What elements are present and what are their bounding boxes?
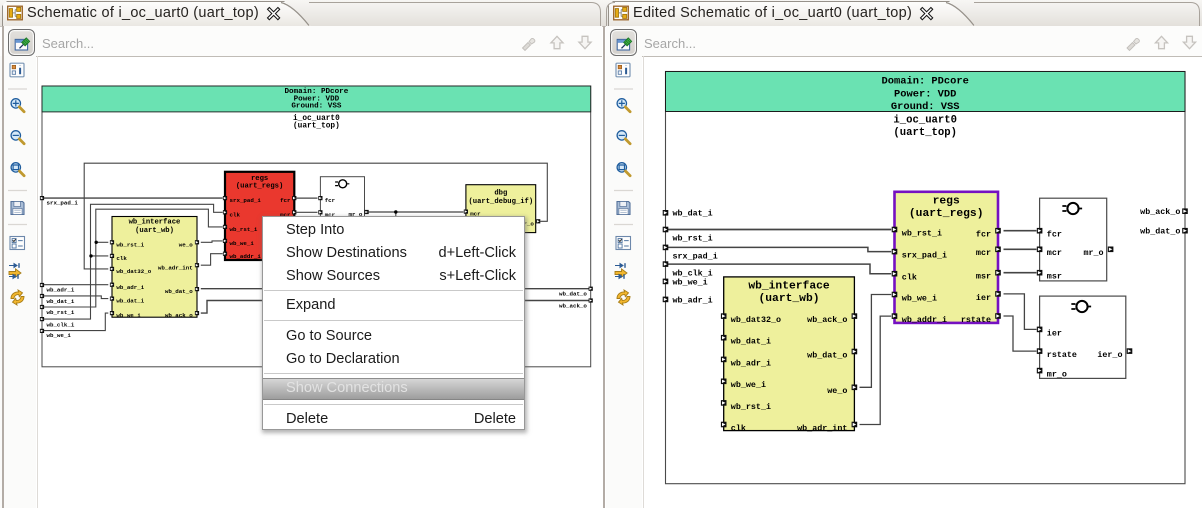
svg-text:wb_ack_o: wb_ack_o (807, 315, 847, 325)
svg-text:Power: VDD: Power: VDD (894, 89, 956, 101)
svg-text:ier: ier (976, 293, 991, 303)
svg-text:wb_addr_i: wb_addr_i (902, 315, 947, 325)
svg-text:wb_dat_o: wb_dat_o (165, 288, 193, 295)
svg-text:wb_we_i: wb_we_i (902, 293, 937, 303)
svg-text:we_o: we_o (827, 386, 847, 396)
svg-text:clk: clk (902, 273, 917, 283)
svg-text:rstate: rstate (961, 315, 991, 325)
svg-text:Ground: VSS: Ground: VSS (291, 102, 342, 110)
svg-text:mcr: mcr (976, 248, 991, 258)
svg-text:wb_adr_i: wb_adr_i (731, 358, 771, 368)
svg-text:wb_we_i: wb_we_i (116, 312, 141, 319)
svg-text:fcr: fcr (325, 197, 336, 204)
svg-text:ier_o: ier_o (1097, 350, 1122, 360)
svg-text:Ground: VSS: Ground: VSS (891, 101, 960, 113)
svg-text:wb_interface: wb_interface (129, 218, 181, 226)
svg-text:wb_rst_i: wb_rst_i (731, 402, 771, 412)
svg-text:wb_dat_i: wb_dat_i (47, 298, 75, 305)
svg-text:wb_dat_o: wb_dat_o (807, 350, 847, 360)
svg-text:wb_ack_o: wb_ack_o (165, 312, 193, 319)
svg-text:msr: msr (1047, 272, 1062, 282)
svg-text:we_o: we_o (179, 241, 193, 248)
svg-text:wb_dat_i: wb_dat_i (731, 337, 771, 347)
svg-text:clk: clk (731, 423, 746, 433)
svg-text:wb_we_i: wb_we_i (731, 380, 766, 390)
svg-text:wb_dat_o: wb_dat_o (1140, 227, 1180, 237)
svg-text:dbg: dbg (494, 190, 507, 198)
svg-text:srx_pad_i: srx_pad_i (47, 200, 79, 207)
svg-text:msr: msr (976, 272, 991, 282)
svg-text:wb_ack_o: wb_ack_o (559, 303, 587, 310)
svg-text:wb_adr_i: wb_adr_i (673, 295, 713, 305)
svg-text:wb_adr_i: wb_adr_i (116, 284, 144, 291)
svg-text:mcr: mcr (1047, 248, 1062, 258)
svg-text:rstate: rstate (1047, 350, 1077, 360)
svg-text:wb_interface: wb_interface (748, 281, 830, 293)
svg-text:wb_rst_i: wb_rst_i (230, 226, 258, 233)
svg-text:srx_pad_i: srx_pad_i (673, 252, 718, 262)
svg-text:wb_rst_i: wb_rst_i (116, 241, 144, 248)
svg-text:(uart_regs): (uart_regs) (236, 183, 283, 191)
svg-text:wb_adr_int: wb_adr_int (158, 264, 193, 271)
svg-text:wb_dat32_o: wb_dat32_o (731, 315, 781, 325)
svg-text:wb_we_i: wb_we_i (230, 240, 255, 247)
svg-text:wb_clk_i: wb_clk_i (47, 321, 75, 328)
svg-text:ier: ier (1047, 328, 1062, 338)
svg-text:fcr: fcr (280, 197, 291, 204)
svg-text:wb_dat_o: wb_dat_o (559, 291, 587, 298)
svg-text:clk: clk (230, 211, 241, 218)
svg-text:wb_dat_i: wb_dat_i (116, 298, 144, 305)
svg-text:mr_o: mr_o (1083, 248, 1103, 258)
svg-text:regs: regs (933, 196, 960, 208)
svg-text:Domain: PDcore: Domain: PDcore (882, 76, 969, 88)
svg-text:mr_o: mr_o (1047, 370, 1067, 380)
svg-text:(uart_top): (uart_top) (893, 127, 957, 139)
svg-text:wb_rst_i: wb_rst_i (902, 228, 942, 238)
svg-text:(uart_debug_if): (uart_debug_if) (468, 198, 533, 206)
svg-text:srx_pad_i: srx_pad_i (902, 251, 947, 261)
svg-text:wb_dat_i: wb_dat_i (673, 209, 713, 219)
svg-text:fcr: fcr (976, 230, 991, 240)
svg-text:wb_adr_int: wb_adr_int (797, 423, 847, 433)
svg-text:clk: clk (116, 255, 127, 262)
svg-text:wb_rst_i: wb_rst_i (673, 233, 713, 243)
svg-text:wb_we_i: wb_we_i (673, 277, 708, 287)
svg-text:wb_addr_i: wb_addr_i (230, 253, 262, 260)
svg-text:wb_dat32_o: wb_dat32_o (116, 268, 151, 275)
svg-text:fcr: fcr (1047, 230, 1062, 240)
svg-text:wb_ack_o: wb_ack_o (1140, 207, 1180, 217)
svg-text:wb_we_i: wb_we_i (47, 332, 72, 339)
svg-text:(uart_wb): (uart_wb) (135, 227, 174, 235)
svg-text:wb_rst_i: wb_rst_i (47, 309, 75, 316)
svg-text:(uart_regs): (uart_regs) (909, 208, 984, 220)
svg-text:wb_adr_i: wb_adr_i (47, 287, 75, 294)
svg-text:(uart_top): (uart_top) (293, 123, 340, 131)
svg-text:(uart_wb): (uart_wb) (758, 293, 819, 305)
svg-text:srx_pad_i: srx_pad_i (230, 197, 262, 204)
svg-text:i_oc_uart0: i_oc_uart0 (893, 114, 957, 126)
